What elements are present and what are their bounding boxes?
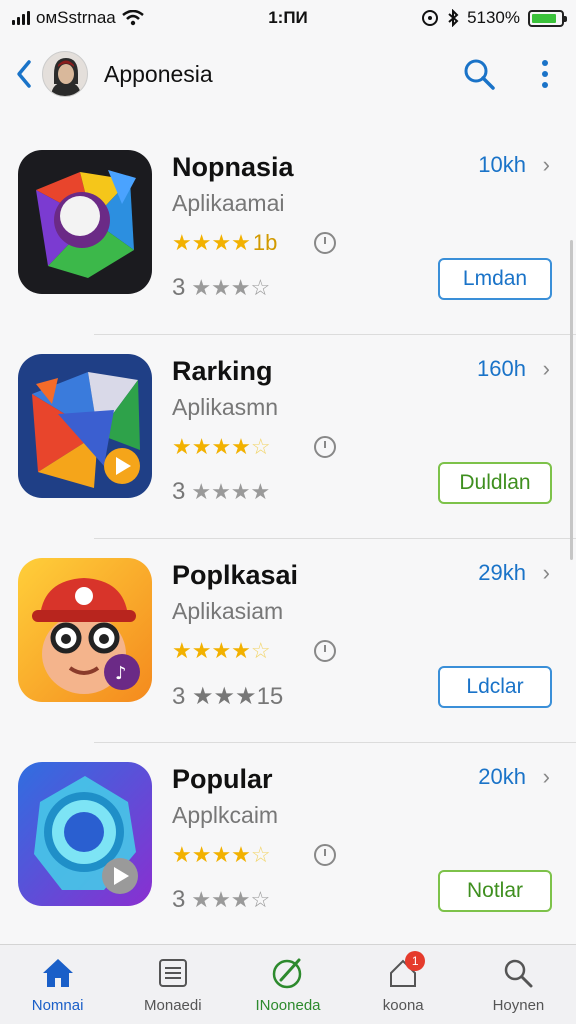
rating-row: ★★★★☆: [172, 434, 336, 460]
star-rating-icon: ★★★★☆: [172, 842, 271, 867]
tab-label: koona: [382, 997, 424, 1014]
tab-compass[interactable]: INooneda: [230, 945, 345, 1024]
app-list-item[interactable]: Nopnasia Aplikaamai ★★★★ 1b 3 ★★★☆ 10kh …: [0, 130, 576, 334]
rating-label: 1b: [252, 230, 278, 255]
more-vertical-icon: [542, 60, 548, 88]
carrier-label: oмSstrnaa: [36, 8, 116, 27]
review-count-row: 3 ★★★☆: [172, 886, 270, 914]
star-rating-icon: ★★★★☆: [172, 638, 271, 663]
cartoon-character-app-icon[interactable]: ♪: [18, 558, 152, 702]
clock-icon: [314, 844, 336, 866]
chevron-right-icon[interactable]: ›: [543, 764, 550, 790]
battery-fill: [532, 13, 556, 23]
header-actions: [460, 55, 564, 93]
geometric-play-app-icon[interactable]: [18, 354, 152, 498]
gray-stars-icon: ★★★★: [191, 479, 271, 504]
svg-text:♪: ♪: [115, 663, 127, 684]
avatar[interactable]: [42, 51, 88, 97]
battery-icon: [528, 9, 567, 27]
notification-badge: 1: [405, 951, 426, 971]
app-size[interactable]: 29kh: [478, 560, 526, 586]
tab-label: Nomnai: [31, 997, 84, 1014]
app-list: Nopnasia Aplikaamai ★★★★ 1b 3 ★★★☆ 10kh …: [0, 130, 576, 946]
review-count-row: 3 ★★★★: [172, 478, 270, 506]
star-rating-icon: ★★★★: [172, 230, 251, 255]
app-category: Applkcaim: [172, 802, 279, 828]
download-button[interactable]: Duldlan: [438, 462, 552, 504]
tab-bar: Nomnai Monaedi INooneda 1 koona Hoynen: [0, 944, 576, 1024]
battery-percent: 5130%: [467, 8, 520, 27]
back-button[interactable]: [12, 54, 36, 94]
gray-stars-icon: ★★★☆: [191, 275, 271, 300]
app-category: Aplikaamai: [172, 190, 285, 216]
download-button[interactable]: Notlar: [438, 870, 552, 912]
wifi-icon: [121, 10, 144, 26]
list-icon: [155, 955, 191, 991]
tab-label: Hoynen: [492, 997, 545, 1014]
tab-search[interactable]: Hoynen: [461, 945, 576, 1024]
review-count-row: 3 ★★★☆: [172, 274, 270, 302]
tab-list[interactable]: Monaedi: [115, 945, 230, 1024]
chevron-right-icon[interactable]: ›: [543, 356, 550, 382]
scrollbar[interactable]: [570, 240, 573, 560]
app-name[interactable]: Popular: [172, 764, 273, 795]
app-name[interactable]: Nopnasia: [172, 152, 294, 183]
review-count: 3: [172, 886, 186, 913]
ring-app-icon[interactable]: [18, 762, 152, 906]
star-rating-icon: ★★★★☆: [172, 434, 271, 459]
clock-icon: [314, 436, 336, 458]
status-bar: oмSstrnaa 1:ПИ 5130%: [0, 0, 576, 36]
gray-stars-icon: ★★★☆: [191, 887, 271, 912]
tab-label: INooneda: [255, 997, 321, 1014]
home-icon: [40, 955, 76, 991]
review-count: 3: [172, 478, 186, 505]
rating-row: ★★★★☆: [172, 638, 336, 664]
page-title: Apponesia: [104, 60, 213, 87]
tab-label: Monaedi: [144, 997, 202, 1014]
chevron-left-icon: [17, 60, 31, 88]
rating-row: ★★★★☆: [172, 842, 336, 868]
geometric-ball-app-icon[interactable]: [18, 150, 152, 294]
app-list-item[interactable]: Rarking Aplikasmn ★★★★☆ 3 ★★★★ 160h › Du…: [0, 334, 576, 538]
app-size[interactable]: 160h: [477, 356, 526, 382]
chevron-right-icon[interactable]: ›: [543, 152, 550, 178]
avatar-portrait-icon: [43, 52, 87, 96]
status-left: oмSstrnaa: [12, 8, 144, 28]
search-icon: [500, 955, 536, 991]
review-count-row: 3 ★★★15: [172, 682, 283, 711]
bluetooth-icon: [448, 9, 459, 27]
app-category: Aplikasmn: [172, 394, 279, 420]
app-list-item[interactable]: ♪ Poplkasai Aplikasiam ★★★★☆ 3 ★★★15 29k…: [0, 538, 576, 742]
app-size[interactable]: 20kh: [478, 764, 526, 790]
app-header: Apponesia: [0, 40, 576, 108]
search-button[interactable]: [460, 55, 498, 93]
clock-icon: [314, 232, 336, 254]
download-button[interactable]: Lmdan: [438, 258, 552, 300]
app-name[interactable]: Rarking: [172, 356, 273, 387]
alarm-icon: [422, 10, 439, 26]
tab-home[interactable]: Nomnai: [0, 945, 115, 1024]
review-count: 3 ★★★15: [172, 683, 284, 710]
compass-icon: [270, 955, 306, 991]
review-count: 3: [172, 274, 186, 301]
status-right: 5130%: [421, 8, 567, 28]
rating-row: ★★★★ 1b: [172, 230, 336, 256]
house-badge-icon: 1: [385, 951, 426, 991]
app-list-item[interactable]: Popular Applkcaim ★★★★☆ 3 ★★★☆ 20kh › No…: [0, 742, 576, 946]
more-options-button[interactable]: [526, 55, 564, 93]
download-button[interactable]: Ldclar: [438, 666, 552, 708]
signal-icon: [12, 11, 30, 25]
chevron-right-icon[interactable]: ›: [543, 560, 550, 586]
search-icon: [464, 59, 495, 90]
tab-notifications[interactable]: 1 koona: [346, 945, 461, 1024]
app-name[interactable]: Poplkasai: [172, 560, 298, 591]
clock-icon: [314, 640, 336, 662]
app-size[interactable]: 10kh: [478, 152, 526, 178]
app-category: Aplikasiam: [172, 598, 284, 624]
